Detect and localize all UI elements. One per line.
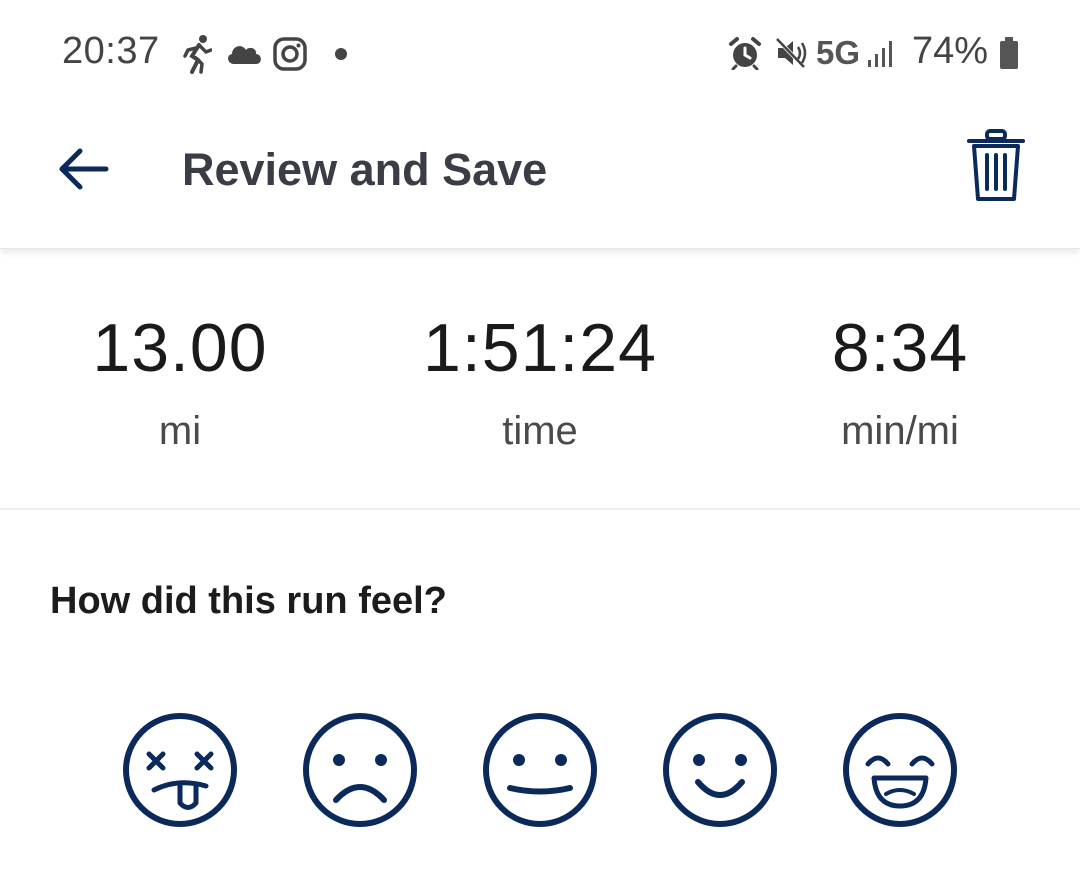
time-unit: time: [502, 409, 578, 453]
smile-face-icon: [663, 713, 777, 827]
delete-button[interactable]: [960, 126, 1032, 206]
app-header: Review and Save: [0, 108, 1080, 249]
status-bar: 20:37 5G 74%: [0, 0, 1080, 108]
mute-icon: [775, 37, 807, 69]
feel-options: [0, 710, 1080, 830]
dot-icon: [335, 48, 347, 60]
network-type: 5G: [816, 34, 861, 71]
distance-stat: 13.00 mi: [30, 308, 330, 454]
alarm-icon: [729, 37, 761, 70]
distance-value: 13.00: [92, 310, 268, 386]
pace-unit: min/mi: [841, 409, 959, 453]
trash-icon: [967, 129, 1025, 201]
status-time: 20:37: [62, 30, 160, 72]
grin-face-icon: [843, 713, 957, 827]
feel-option-sad[interactable]: [300, 710, 420, 830]
feel-option-happy[interactable]: [660, 710, 780, 830]
instagram-icon: [273, 37, 307, 71]
pace-stat: 8:34 min/mi: [750, 308, 1050, 454]
sad-face-icon: [303, 713, 417, 827]
neutral-face-icon: [483, 713, 597, 827]
running-icon: [183, 35, 212, 74]
signal-icon: [868, 41, 892, 67]
battery-percent: 74%: [912, 30, 989, 72]
arrow-left-icon: [59, 148, 109, 190]
feel-question: How did this run feel?: [50, 580, 447, 622]
distance-unit: mi: [158, 409, 202, 453]
run-stats: 13.00 mi 1:51:24 time 8:34 min/mi: [0, 250, 1080, 510]
time-stat: 1:51:24 time: [390, 308, 690, 454]
battery-icon: [1000, 37, 1018, 69]
back-button[interactable]: [50, 134, 120, 204]
time-value: 1:51:24: [423, 310, 657, 386]
page-title: Review and Save: [182, 144, 548, 195]
pace-value: 8:34: [831, 310, 969, 386]
cloud-icon: [228, 46, 261, 64]
feel-option-great[interactable]: [840, 710, 960, 830]
exhausted-face-icon: [123, 713, 237, 827]
feel-option-neutral[interactable]: [480, 710, 600, 830]
feel-option-exhausted[interactable]: [120, 710, 240, 830]
